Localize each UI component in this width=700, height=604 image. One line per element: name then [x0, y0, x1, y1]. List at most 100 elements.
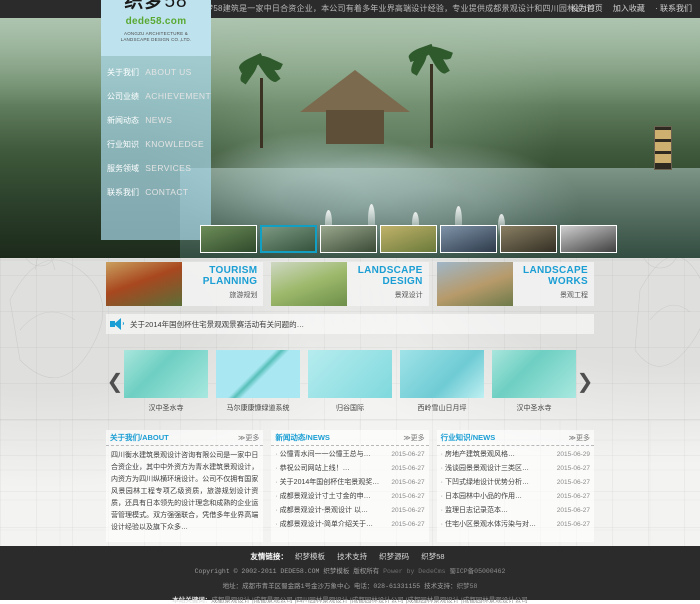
- carousel-slide[interactable]: 归谷国际: [308, 350, 392, 413]
- top-bar-links: 设为首页 加入收藏 · 联系我们: [563, 0, 692, 18]
- hero-thumbnail-active[interactable]: [260, 225, 317, 253]
- list-item[interactable]: 成都景观设计-景观设计 以… 2015-06-27: [275, 504, 424, 518]
- list-item[interactable]: 房地产建筑景观风格… 2015-06-29: [441, 448, 590, 462]
- knowledge-list: 房地产建筑景观风格… 2015-06-29 浅谈园景景观设计三类区… 2015-…: [437, 446, 594, 534]
- nav-item-label-cn: 新闻动态: [107, 116, 139, 125]
- friend-link-source[interactable]: 织梦源码: [379, 552, 409, 561]
- nav-item-contact[interactable]: 联系我们 CONTACT: [101, 180, 211, 204]
- carousel-slide-caption: 西岭雪山日月坪: [400, 403, 484, 413]
- carousel-slide[interactable]: 汉中圣水寺: [492, 350, 576, 413]
- add-favorite-link[interactable]: 加入收藏: [613, 4, 645, 13]
- carousel-slide-image: [216, 350, 300, 398]
- feature-card-landscape-works[interactable]: LANDSCAPE WORKS 景观工程: [437, 262, 594, 306]
- carousel-prev-arrow-icon[interactable]: ❮: [106, 371, 124, 391]
- list-item-title: 成都景观设计-简单介绍关于…: [275, 518, 373, 532]
- feature-card-tourism-planning[interactable]: TOURISM PLANNING 旅游规划: [106, 262, 263, 306]
- nav-item-label-cn: 服务领域: [107, 164, 139, 173]
- palm-tree: [250, 58, 280, 148]
- list-item-date: 2015-06-27: [391, 462, 424, 476]
- list-item[interactable]: 成都景观设计寸土寸金的申… 2015-06-27: [275, 490, 424, 504]
- friend-link-template[interactable]: 织梦模板: [295, 552, 325, 561]
- column-about: 关于我们/ABOUT ≫更多 四川衡水建筑景观设计咨询有限公司是一家中日合资企业…: [106, 430, 263, 542]
- nav-item-label-en: ACHIEVEMENT: [145, 91, 211, 101]
- column-more-link[interactable]: ≫更多: [569, 433, 590, 443]
- list-item[interactable]: 浅谈园景景观设计三类区… 2015-06-27: [441, 462, 590, 476]
- carousel-slide[interactable]: 汉中圣水寺: [124, 350, 208, 413]
- hero-thumbnail[interactable]: [200, 225, 257, 253]
- feature-card-title-cn: 旅游规划: [182, 290, 257, 300]
- feature-card-title-cn: 景观工程: [513, 290, 588, 300]
- feature-card-title-cn: 景观设计: [347, 290, 422, 300]
- list-item-title: 关于2014年国创杯住宅景观奖…: [275, 476, 379, 490]
- column-knowledge: 行业知识/NEWS ≫更多 房地产建筑景观风格… 2015-06-29 浅谈园景…: [437, 430, 594, 542]
- nav-item-label-en: ABOUT US: [145, 67, 192, 77]
- logo-number: 58: [164, 0, 187, 12]
- column-news: 新闻动态/NEWS ≫更多 公憧青水间一一公憧王总与… 2015-06-27 恭…: [271, 430, 428, 542]
- feature-card-title-line1: LANDSCAPE: [513, 265, 588, 276]
- main-nav: 关于我们 ABOUT US 公司业绩 ACHIEVEMENT 新闻动态 NEWS…: [101, 60, 211, 204]
- list-item-title: 公憧青水间一一公憧王总与…: [275, 448, 370, 462]
- list-item[interactable]: 成都景观设计-简单介绍关于… 2015-06-27: [275, 518, 424, 532]
- nav-item-news[interactable]: 新闻动态 NEWS: [101, 108, 211, 132]
- nav-item-label-en: CONTACT: [145, 187, 188, 197]
- nav-item-services[interactable]: 服务领域 SERVICES: [101, 156, 211, 180]
- nav-item-about[interactable]: 关于我们 ABOUT US: [101, 60, 211, 84]
- column-more-link[interactable]: ≫更多: [403, 433, 424, 443]
- nav-item-achievement[interactable]: 公司业绩 ACHIEVEMENT: [101, 84, 211, 108]
- hero-thumbnail[interactable]: [440, 225, 497, 253]
- column-more-link[interactable]: ≫更多: [238, 433, 259, 443]
- nav-item-label-cn: 联系我们: [107, 188, 139, 197]
- carousel-slide[interactable]: 马尔康康慷绿道系统: [216, 350, 300, 413]
- powered-by-text: Power by DedeCms: [383, 568, 445, 575]
- list-item-title: 成都景观设计-景观设计 以…: [275, 504, 368, 518]
- list-item-title: 监理日志记录范本…: [441, 504, 508, 518]
- list-item[interactable]: 公憧青水间一一公憧王总与… 2015-06-27: [275, 448, 424, 462]
- list-item-date: 2015-06-29: [557, 448, 590, 462]
- list-item-date: 2015-06-27: [391, 476, 424, 490]
- friend-link-tech-support[interactable]: 技术支持: [337, 552, 367, 561]
- nav-item-label-cn: 公司业绩: [107, 92, 139, 101]
- keywords-text: 成都景观设计 |成都景观公司 |四川园林景观设计 |成都园林设计公司 |成都园林…: [211, 597, 527, 604]
- logo-subtitle-line2: LANDSCAPE DESIGN CO.,LTD.: [101, 37, 211, 43]
- brand-nav-panel: 织梦58 dede58.com AONGZU ARCHITECTURE & LA…: [101, 0, 211, 240]
- address-tech-support-link[interactable]: 织梦58: [457, 583, 478, 590]
- feature-card-image: [106, 262, 182, 306]
- project-carousel: ❮ 汉中圣水寺 马尔康康慷绿道系统 归谷国际 西岭雪山日月坪 汉中圣水寺: [106, 344, 594, 418]
- column-header: 行业知识/NEWS ≫更多: [437, 430, 594, 446]
- friend-link-dede58[interactable]: 织梦58: [421, 552, 444, 561]
- hero-thumbnail[interactable]: [320, 225, 377, 253]
- site-logo[interactable]: 织梦58 dede58.com AONGZU ARCHITECTURE & LA…: [101, 0, 211, 56]
- hero-thumbnail[interactable]: [560, 225, 617, 253]
- palm-tree: [420, 48, 450, 148]
- list-item[interactable]: 监理日志记录范本… 2015-06-27: [441, 504, 590, 518]
- list-item-date: 2015-06-27: [557, 490, 590, 504]
- feature-card-title-line2: PLANNING: [182, 276, 257, 287]
- set-homepage-link[interactable]: 设为首页: [571, 4, 603, 13]
- content-columns: 关于我们/ABOUT ≫更多 四川衡水建筑景观设计咨询有限公司是一家中日合资企业…: [106, 430, 594, 542]
- carousel-slide[interactable]: 西岭雪山日月坪: [400, 350, 484, 413]
- feature-card-title-en: LANDSCAPE DESIGN: [347, 265, 422, 287]
- list-item-title: 恭祝公司网站上线！…: [275, 462, 349, 476]
- column-title: 新闻动态/NEWS: [275, 432, 330, 443]
- list-item-date: 2015-06-27: [557, 504, 590, 518]
- list-item-date: 2015-06-27: [557, 476, 590, 490]
- feature-card-title-line1: LANDSCAPE: [347, 265, 422, 276]
- list-item[interactable]: 下凹式绿地设计优势分析… 2015-06-27: [441, 476, 590, 490]
- nav-item-knowledge[interactable]: 行业知识 KNOWLEDGE: [101, 132, 211, 156]
- carousel-next-arrow-icon[interactable]: ❯: [576, 371, 594, 391]
- announcement-text: 关于2014年国创杯住宅景观观景赛活动有关问题的…: [130, 319, 304, 330]
- list-item[interactable]: 日本园林中小品的作用… 2015-06-27: [441, 490, 590, 504]
- hero-thumbnail[interactable]: [380, 225, 437, 253]
- list-item-title: 下凹式绿地设计优势分析…: [441, 476, 529, 490]
- icp-text: 蜀ICP备05000462: [449, 568, 505, 575]
- contact-us-link[interactable]: · 联系我们: [655, 4, 692, 13]
- list-item[interactable]: 住宅小区景观水体污染与对… 2015-06-27: [441, 518, 590, 532]
- list-item[interactable]: 恭祝公司网站上线！… 2015-06-27: [275, 462, 424, 476]
- feature-card-image: [271, 262, 347, 306]
- feature-card-landscape-design[interactable]: LANDSCAPE DESIGN 景观设计: [271, 262, 428, 306]
- horn-icon: [110, 318, 124, 330]
- carousel-slide-image: [308, 350, 392, 398]
- announcement-bar[interactable]: 关于2014年国创杯住宅景观观景赛活动有关问题的…: [106, 314, 594, 334]
- hero-thumbnail[interactable]: [500, 225, 557, 253]
- list-item[interactable]: 关于2014年国创杯住宅景观奖… 2015-06-27: [275, 476, 424, 490]
